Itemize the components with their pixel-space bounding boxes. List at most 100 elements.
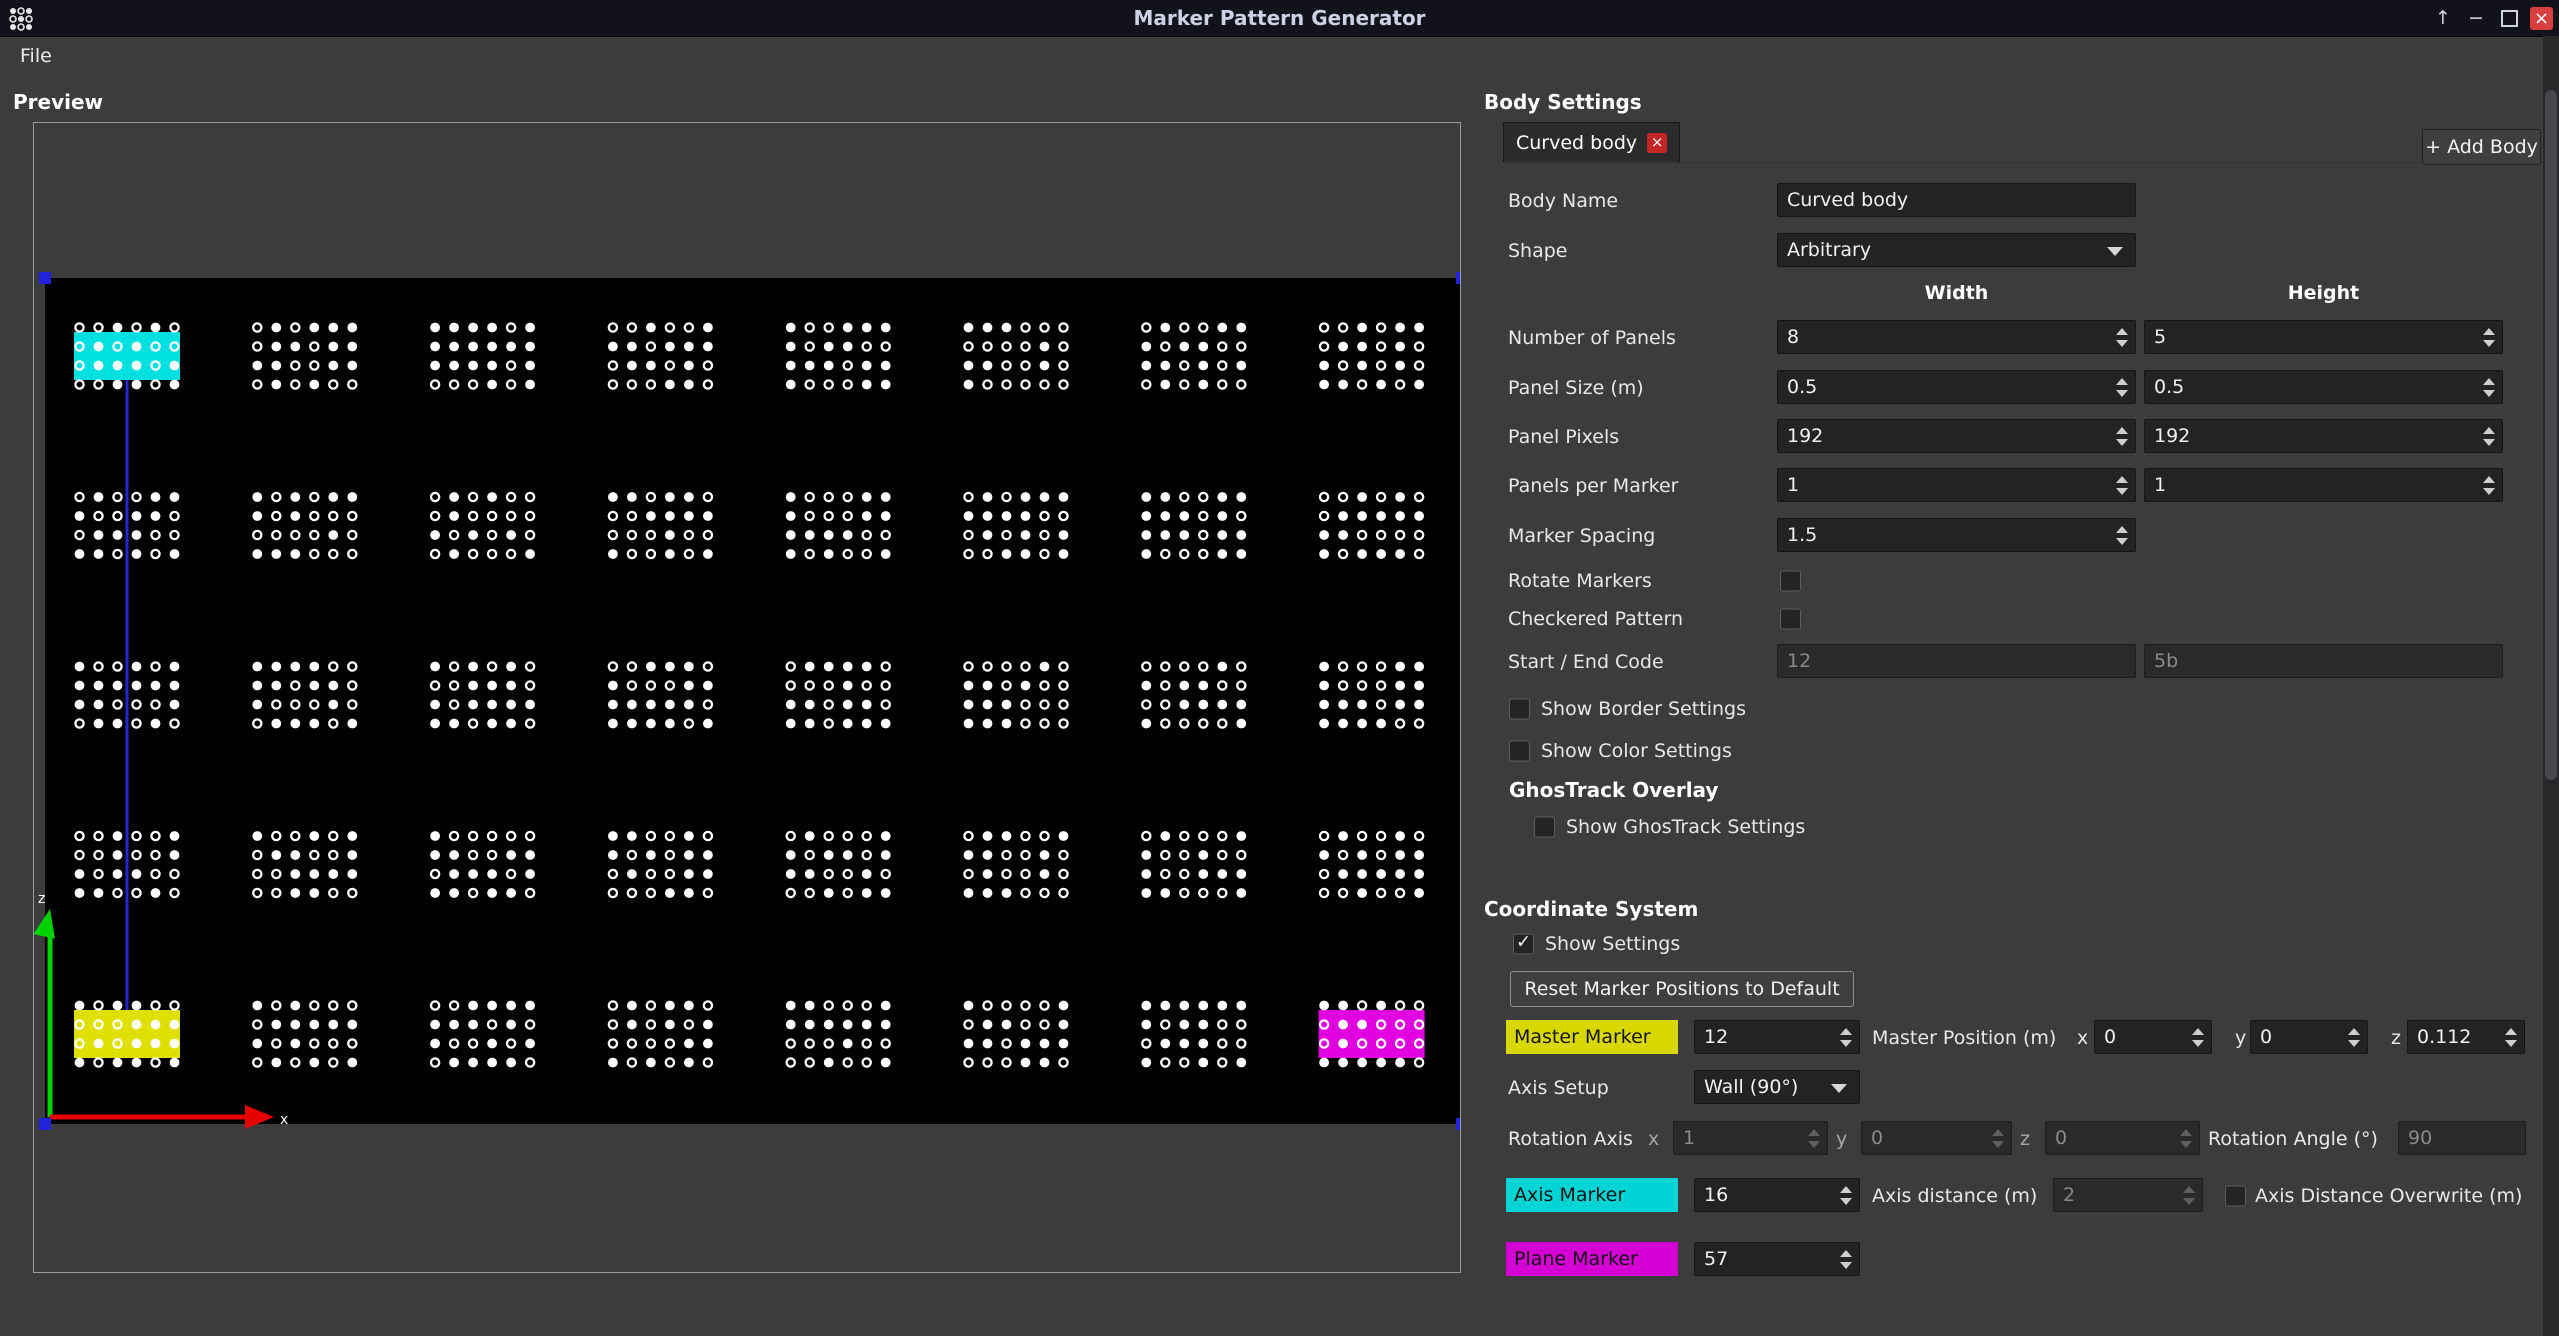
spinner-icon[interactable] — [2113, 420, 2131, 452]
panels-width-input[interactable]: 8 — [1777, 320, 2136, 354]
rot-z-input[interactable]: 0 — [2045, 1121, 2200, 1155]
master-z-input[interactable]: 0.112 — [2407, 1020, 2525, 1054]
rotation-axis-label: Rotation Axis — [1508, 1128, 1633, 1150]
tab-underline — [1503, 162, 2543, 163]
spinner-icon[interactable] — [2113, 469, 2131, 501]
rot-z-label: z — [2020, 1128, 2030, 1150]
marker-spacing-input[interactable]: 1.5 — [1777, 518, 2136, 552]
row-axis-marker: Axis Marker 16 Axis distance (m) 2 Axis … — [1483, 1178, 2543, 1214]
axis-distance-overwrite-label: Axis Distance Overwrite (m) — [2255, 1185, 2522, 1207]
row-show-border: Show Border Settings — [1483, 694, 2543, 724]
row-show-settings: Show Settings — [1483, 929, 2543, 959]
tab-close-icon[interactable]: × — [1647, 133, 1667, 153]
spinner-icon[interactable] — [1837, 1179, 1855, 1211]
number-of-panels-label: Number of Panels — [1508, 327, 1676, 349]
panel-size-width-input[interactable]: 0.5 — [1777, 370, 2136, 404]
master-z-label: z — [2391, 1027, 2401, 1049]
axis-distance-label: Axis distance (m) — [1872, 1185, 2037, 1207]
spinner-icon[interactable] — [2502, 1021, 2520, 1053]
marker-pattern-canvas[interactable]: zx — [34, 123, 1460, 1272]
row-number-of-panels: Number of Panels 8 5 — [1483, 320, 2543, 356]
row-panel-pixels: Panel Pixels 192 192 — [1483, 419, 2543, 455]
body-settings-panel: Body Settings Curved body × + Add Body B… — [1483, 0, 2543, 1336]
scrollbar-thumb[interactable] — [2545, 90, 2557, 780]
height-header: Height — [2144, 282, 2503, 304]
rotation-angle-input[interactable]: 90 — [2398, 1121, 2526, 1155]
spinner-icon[interactable] — [1837, 1021, 1855, 1053]
ppm-height-input[interactable]: 1 — [2144, 468, 2503, 502]
row-rotation-axis: Rotation Axis x 1 y 0 z 0 Rotation Angle… — [1483, 1121, 2543, 1157]
plane-marker-id-input[interactable]: 57 — [1694, 1242, 1860, 1276]
ghostrack-heading: GhosTrack Overlay — [1509, 778, 1718, 802]
tab-curved-body[interactable]: Curved body × — [1503, 122, 1680, 163]
plane-marker-chip: Plane Marker — [1506, 1242, 1678, 1276]
preview-panel[interactable]: zx — [33, 122, 1461, 1273]
ppm-width-input[interactable]: 1 — [1777, 468, 2136, 502]
width-header: Width — [1777, 282, 2136, 304]
shape-dropdown[interactable]: Arbitrary — [1777, 233, 2136, 267]
axis-distance-overwrite-checkbox[interactable] — [2225, 1186, 2246, 1207]
add-body-button[interactable]: + Add Body — [2422, 129, 2541, 165]
panel-pixels-label: Panel Pixels — [1508, 426, 1619, 448]
panel-pixels-width-input[interactable]: 192 — [1777, 419, 2136, 453]
preview-heading: Preview — [13, 90, 103, 114]
row-master-marker: Master Marker 12 Master Position (m) x 0… — [1483, 1020, 2543, 1056]
spinner-icon[interactable] — [2113, 519, 2131, 551]
menu-file[interactable]: File — [8, 45, 64, 67]
rot-y-input[interactable]: 0 — [1861, 1121, 2012, 1155]
spinner-icon — [2177, 1122, 2195, 1154]
row-rotate-markers: Rotate Markers — [1483, 566, 2543, 596]
master-y-input[interactable]: 0 — [2250, 1020, 2368, 1054]
spinner-icon[interactable] — [2480, 371, 2498, 403]
panel-size-height-input[interactable]: 0.5 — [2144, 370, 2503, 404]
plane-marker — [1319, 1010, 1425, 1058]
coordinate-system-heading: Coordinate System — [1484, 897, 1698, 921]
axis-distance-input[interactable]: 2 — [2053, 1178, 2203, 1212]
row-plane-marker: Plane Marker 57 — [1483, 1242, 2543, 1278]
spinner-icon[interactable] — [2480, 469, 2498, 501]
show-color-checkbox[interactable] — [1509, 741, 1530, 762]
spinner-icon — [1805, 1122, 1823, 1154]
panels-per-marker-label: Panels per Marker — [1508, 475, 1678, 497]
axis-marker-id-input[interactable]: 16 — [1694, 1178, 1860, 1212]
rot-x-label: x — [1648, 1128, 1659, 1150]
master-x-label: x — [2077, 1027, 2088, 1049]
spinner-icon[interactable] — [2113, 371, 2131, 403]
panel-pixels-height-input[interactable]: 192 — [2144, 419, 2503, 453]
master-x-input[interactable]: 0 — [2094, 1020, 2212, 1054]
body-name-input[interactable]: Curved body — [1777, 183, 2136, 217]
spinner-icon[interactable] — [2480, 420, 2498, 452]
panels-height-input[interactable]: 5 — [2144, 320, 2503, 354]
master-position-label: Master Position (m) — [1872, 1027, 2056, 1049]
rotate-markers-label: Rotate Markers — [1508, 570, 1652, 592]
show-border-checkbox[interactable] — [1509, 699, 1530, 720]
end-code-input[interactable]: 5b — [2144, 644, 2503, 678]
checkered-pattern-checkbox[interactable] — [1780, 609, 1801, 630]
show-ghostrack-checkbox[interactable] — [1534, 817, 1555, 838]
spinner-icon[interactable] — [2113, 321, 2131, 353]
reset-marker-positions-button[interactable]: Reset Marker Positions to Default — [1510, 971, 1854, 1007]
spinner-icon[interactable] — [1837, 1243, 1855, 1275]
chevron-down-icon — [2107, 247, 2123, 256]
row-panel-size: Panel Size (m) 0.5 0.5 — [1483, 370, 2543, 406]
master-marker-id-input[interactable]: 12 — [1694, 1020, 1860, 1054]
checkered-pattern-label: Checkered Pattern — [1508, 608, 1683, 630]
row-shape: Shape Arbitrary — [1483, 233, 2543, 269]
show-settings-label: Show Settings — [1545, 933, 1680, 955]
spinner-icon[interactable] — [2345, 1021, 2363, 1053]
show-ghostrack-label: Show GhosTrack Settings — [1566, 816, 1805, 838]
start-code-input[interactable]: 12 — [1777, 644, 2136, 678]
show-settings-checkbox[interactable] — [1513, 934, 1534, 955]
spinner-icon — [2180, 1179, 2198, 1211]
axis-setup-label: Axis Setup — [1508, 1077, 1609, 1099]
start-end-code-label: Start / End Code — [1508, 651, 1664, 673]
axis-setup-dropdown[interactable]: Wall (90°) — [1694, 1070, 1860, 1104]
master-marker-chip: Master Marker — [1506, 1020, 1678, 1054]
rot-x-input[interactable]: 1 — [1673, 1121, 1828, 1155]
row-show-color: Show Color Settings — [1483, 736, 2543, 766]
vertical-scrollbar — [2543, 36, 2559, 1336]
spinner-icon[interactable] — [2189, 1021, 2207, 1053]
master-y-label: y — [2235, 1027, 2246, 1049]
spinner-icon[interactable] — [2480, 321, 2498, 353]
rotate-markers-checkbox[interactable] — [1780, 571, 1801, 592]
